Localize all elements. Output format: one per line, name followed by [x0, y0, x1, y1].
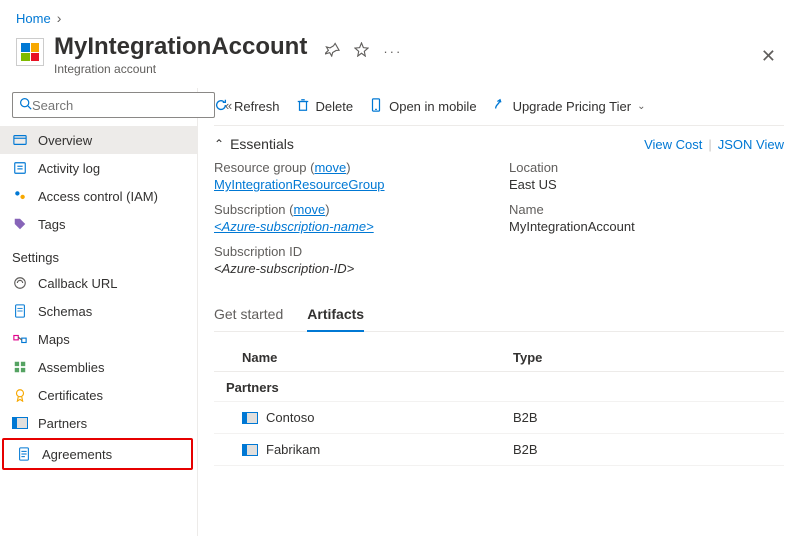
- breadcrumb-home[interactable]: Home: [16, 11, 51, 26]
- table-row[interactable]: Fabrikam B2B: [214, 434, 784, 466]
- chevron-up-icon: ⌃: [214, 137, 224, 151]
- subscription-label: Subscription (move): [214, 202, 489, 217]
- location-value: East US: [509, 177, 784, 192]
- sidebar-item-maps[interactable]: Maps: [0, 325, 197, 353]
- maps-icon: [12, 331, 28, 347]
- assemblies-icon: [12, 359, 28, 375]
- search-input[interactable]: [32, 98, 208, 113]
- sidebar-item-agreements[interactable]: Agreements: [4, 440, 191, 468]
- sidebar-item-label: Partners: [38, 416, 87, 431]
- access-control-icon: [12, 188, 28, 204]
- name-value: MyIntegrationAccount: [509, 219, 784, 234]
- delete-button[interactable]: Delete: [296, 98, 354, 115]
- resource-group-label: Resource group (move): [214, 160, 489, 175]
- essentials-grid: Resource group (move) MyIntegrationResou…: [214, 160, 784, 290]
- table-group-partners[interactable]: Partners: [214, 372, 784, 402]
- sidebar-item-certificates[interactable]: Certificates: [0, 381, 197, 409]
- page-title: MyIntegrationAccount: [54, 34, 307, 60]
- artifact-type: B2B: [513, 442, 784, 457]
- tags-icon: [12, 216, 28, 232]
- overview-icon: [12, 132, 28, 148]
- location-label: Location: [509, 160, 784, 175]
- sidebar-item-callback-url[interactable]: Callback URL: [0, 269, 197, 297]
- pin-icon[interactable]: [325, 42, 340, 60]
- tab-artifacts[interactable]: Artifacts: [307, 298, 364, 332]
- sidebar-item-schemas[interactable]: Schemas: [0, 297, 197, 325]
- refresh-icon: [214, 98, 228, 115]
- agreements-icon: [16, 446, 32, 462]
- command-bar: Refresh Delete Open in mobile Upgrade Pr…: [214, 94, 784, 125]
- certificates-icon: [12, 387, 28, 403]
- subscription-move-link[interactable]: move: [293, 202, 325, 217]
- partner-icon: [242, 412, 258, 424]
- view-cost-link[interactable]: View Cost: [644, 137, 702, 152]
- subscription-id-value: <Azure-subscription-ID>: [214, 261, 354, 276]
- sidebar-item-label: Activity log: [38, 161, 100, 176]
- upgrade-pricing-button[interactable]: Upgrade Pricing Tier ⌄: [493, 98, 646, 115]
- chevron-right-icon: ›: [57, 10, 62, 26]
- sidebar-section-settings: Settings: [0, 238, 197, 269]
- resource-group-move-link[interactable]: move: [314, 160, 346, 175]
- sidebar-item-label: Overview: [38, 133, 92, 148]
- resource-group-value[interactable]: MyIntegrationResourceGroup: [214, 177, 385, 192]
- column-header-type[interactable]: Type: [513, 350, 784, 365]
- sidebar-item-assemblies[interactable]: Assemblies: [0, 353, 197, 381]
- open-in-mobile-button[interactable]: Open in mobile: [369, 98, 476, 115]
- artifact-name: Fabrikam: [266, 442, 320, 457]
- essentials-header[interactable]: ⌃ Essentials View Cost | JSON View: [214, 126, 784, 160]
- breadcrumb: Home ›: [0, 0, 800, 30]
- table-row[interactable]: Contoso B2B: [214, 402, 784, 434]
- page-header: MyIntegrationAccount Integration account…: [0, 30, 800, 88]
- partners-icon: [12, 415, 28, 431]
- artifact-name: Contoso: [266, 410, 314, 425]
- sidebar-item-tags[interactable]: Tags: [0, 210, 197, 238]
- search-icon: [19, 97, 32, 113]
- star-icon[interactable]: [354, 42, 369, 60]
- content-pane: Refresh Delete Open in mobile Upgrade Pr…: [198, 88, 800, 536]
- column-header-name[interactable]: Name: [242, 350, 513, 365]
- sidebar-item-overview[interactable]: Overview: [0, 126, 197, 154]
- partner-icon: [242, 444, 258, 456]
- sidebar-item-label: Assemblies: [38, 360, 104, 375]
- schemas-icon: [12, 303, 28, 319]
- sidebar-item-label: Certificates: [38, 388, 103, 403]
- chevron-down-icon: ⌄: [637, 101, 645, 112]
- sidebar-item-label: Maps: [38, 332, 70, 347]
- subscription-id-label: Subscription ID: [214, 244, 489, 259]
- name-label: Name: [509, 202, 784, 217]
- refresh-button[interactable]: Refresh: [214, 98, 280, 115]
- artifacts-table: Name Type Partners Contoso B2B Fabrikam …: [214, 344, 784, 466]
- sidebar-item-label: Access control (IAM): [38, 189, 158, 204]
- sidebar: « Overview Activity log Access control (…: [0, 88, 198, 536]
- sidebar-item-activity-log[interactable]: Activity log: [0, 154, 197, 182]
- sidebar-item-access-control[interactable]: Access control (IAM): [0, 182, 197, 210]
- delete-icon: [296, 98, 310, 115]
- more-icon[interactable]: ···: [383, 44, 402, 59]
- json-view-link[interactable]: JSON View: [718, 137, 784, 152]
- sidebar-item-label: Schemas: [38, 304, 92, 319]
- subscription-value[interactable]: <Azure-subscription-name>: [214, 219, 374, 234]
- artifact-type: B2B: [513, 410, 784, 425]
- callback-url-icon: [12, 275, 28, 291]
- upgrade-icon: [493, 98, 507, 115]
- page-subtitle: Integration account: [54, 62, 307, 76]
- sidebar-item-label: Callback URL: [38, 276, 117, 291]
- activity-log-icon: [12, 160, 28, 176]
- tab-get-started[interactable]: Get started: [214, 298, 283, 331]
- sidebar-item-label: Tags: [38, 217, 65, 232]
- sidebar-item-partners[interactable]: Partners: [0, 409, 197, 437]
- search-input-wrapper[interactable]: [12, 92, 215, 118]
- tabs: Get started Artifacts: [214, 298, 784, 332]
- sidebar-item-label: Agreements: [42, 447, 112, 462]
- integration-account-icon: [16, 38, 44, 66]
- close-icon[interactable]: ✕: [753, 42, 784, 71]
- mobile-icon: [369, 98, 383, 115]
